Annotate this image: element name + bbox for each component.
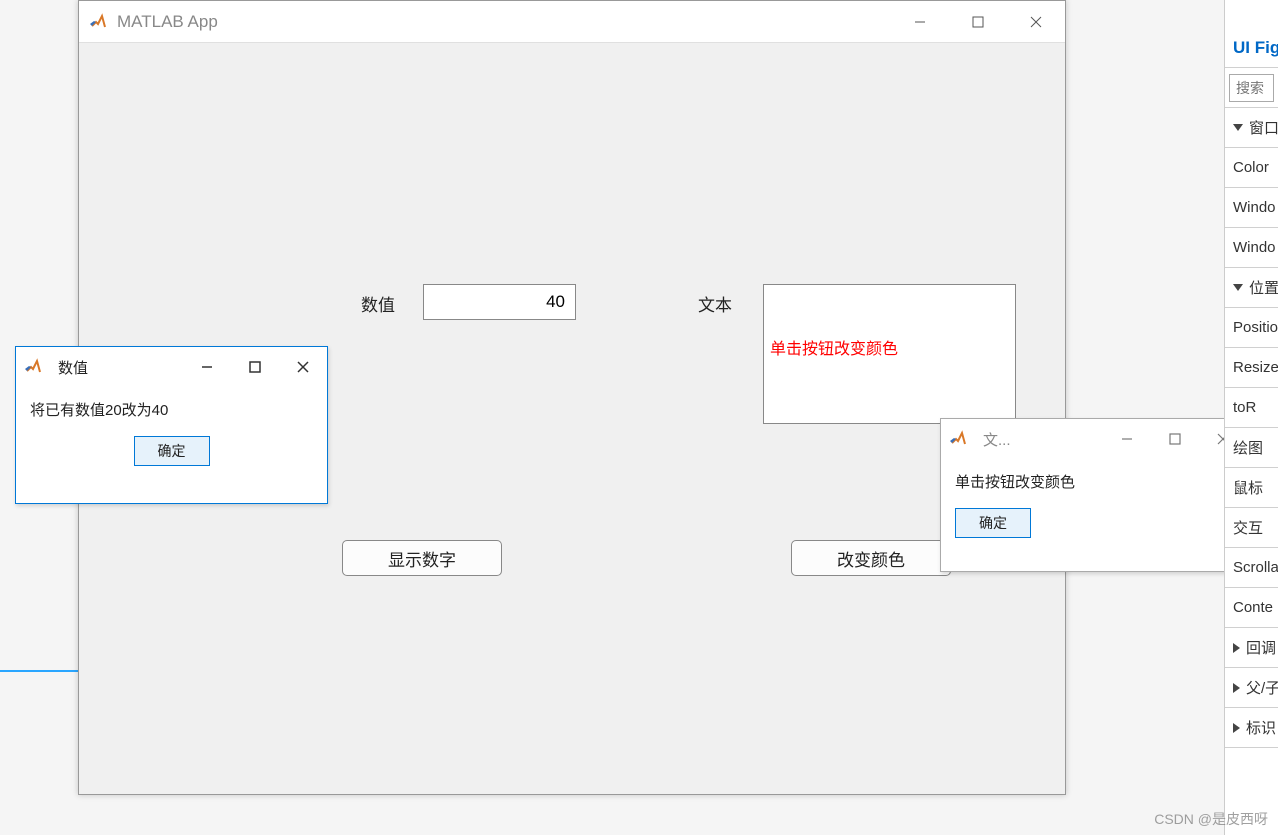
watermark: CSDN @是皮西呀 (1154, 809, 1268, 829)
dialog-titlebar[interactable]: 数值 (16, 347, 327, 387)
chevron-right-icon (1233, 643, 1240, 653)
dialog-title: 数值 (58, 357, 183, 378)
titlebar[interactable]: MATLAB App (79, 1, 1065, 43)
text-label: 文本 (698, 291, 732, 316)
section-parent[interactable]: 父/子 (1225, 668, 1278, 708)
close-button[interactable] (279, 347, 327, 387)
maximize-button[interactable] (949, 1, 1007, 42)
minimize-button[interactable] (891, 1, 949, 42)
prop-window-state[interactable]: Windo (1225, 188, 1278, 228)
numeric-dialog: 数值 将已有数值20改为40 确定 (15, 346, 328, 504)
window-controls (891, 1, 1065, 42)
matlab-icon (949, 430, 967, 448)
prop-position[interactable]: Positio (1225, 308, 1278, 348)
prop-scrollable[interactable]: Scrolla (1225, 548, 1278, 588)
chevron-right-icon (1233, 683, 1240, 693)
editor-accent-line (0, 670, 78, 672)
section-ident[interactable]: 标识 (1225, 708, 1278, 748)
ok-button[interactable]: 确定 (134, 436, 210, 466)
dialog-titlebar[interactable]: 文... (941, 419, 1247, 459)
prop-color[interactable]: Color (1225, 148, 1278, 188)
window-title: MATLAB App (117, 12, 891, 32)
numeric-input[interactable] (423, 284, 576, 320)
section-window[interactable]: 窗口 (1225, 108, 1278, 148)
inspector-header: UI Figu (1225, 24, 1278, 68)
prop-resize[interactable]: Resize (1225, 348, 1278, 388)
change-color-button[interactable]: 改变颜色 (791, 540, 951, 576)
minimize-button[interactable] (1103, 419, 1151, 459)
dialog-body: 单击按钮改变颜色 确定 (941, 459, 1247, 552)
property-inspector: UI Figu 窗口 Color Windo Windo 位置 Positio … (1224, 0, 1278, 835)
dialog-body: 将已有数值20改为40 确定 (16, 387, 327, 480)
matlab-icon (89, 13, 107, 31)
maximize-button[interactable] (1151, 419, 1199, 459)
dialog-message: 将已有数值20改为40 (30, 399, 313, 420)
section-callback[interactable]: 回调 (1225, 628, 1278, 668)
chevron-right-icon (1233, 723, 1240, 733)
prop-plotting[interactable]: 绘图 (1225, 428, 1278, 468)
dialog-title: 文... (983, 429, 1103, 450)
prop-window-style[interactable]: Windo (1225, 228, 1278, 268)
prop-contextmenu[interactable]: Conte (1225, 588, 1278, 628)
numeric-label: 数值 (361, 291, 395, 316)
dialog-controls (183, 347, 327, 387)
search-input[interactable] (1229, 74, 1274, 102)
ok-button[interactable]: 确定 (955, 508, 1031, 538)
text-dialog: 文... 单击按钮改变颜色 确定 (940, 418, 1248, 572)
prop-mouse[interactable]: 鼠标 (1225, 468, 1278, 508)
prop-autoresize[interactable]: toR (1225, 388, 1278, 428)
close-button[interactable] (1007, 1, 1065, 42)
dialog-message: 单击按钮改变颜色 (955, 471, 1233, 492)
text-area[interactable]: 单击按钮改变颜色 (763, 284, 1016, 424)
chevron-down-icon (1233, 284, 1243, 291)
show-number-button[interactable]: 显示数字 (342, 540, 502, 576)
panel-top-pad (1225, 0, 1278, 24)
prop-interact[interactable]: 交互 (1225, 508, 1278, 548)
maximize-button[interactable] (231, 347, 279, 387)
minimize-button[interactable] (183, 347, 231, 387)
section-position[interactable]: 位置 (1225, 268, 1278, 308)
search-row (1225, 68, 1278, 108)
chevron-down-icon (1233, 124, 1243, 131)
matlab-icon (24, 358, 42, 376)
